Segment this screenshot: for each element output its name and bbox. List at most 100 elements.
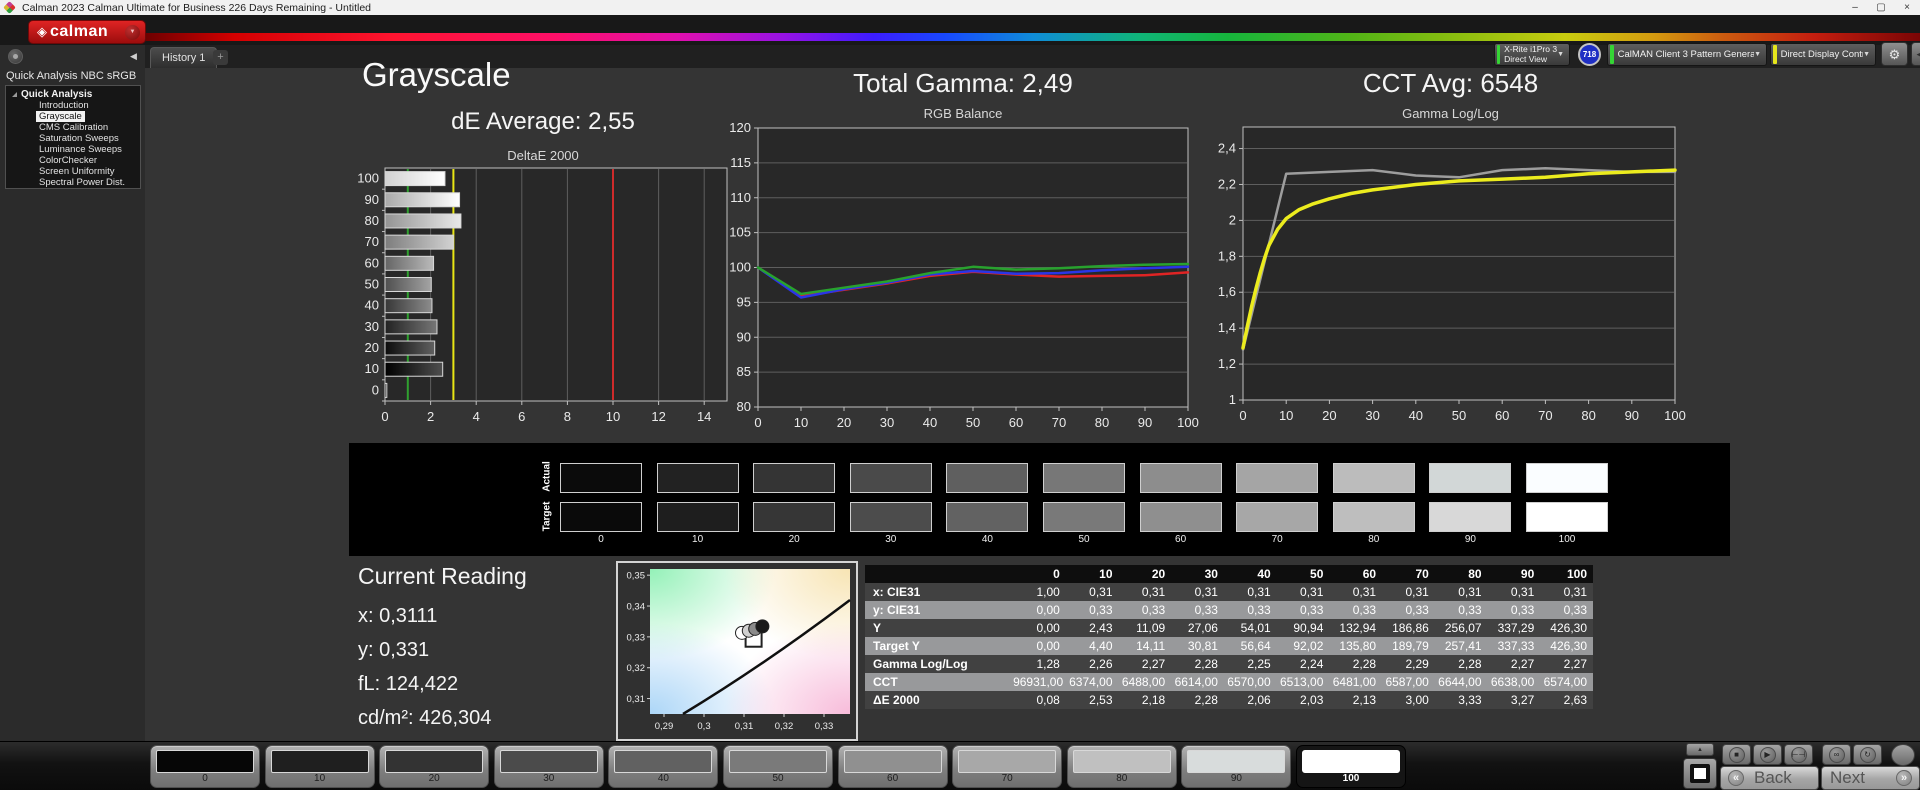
svg-text:30: 30 — [1365, 408, 1379, 423]
pattern-window-button[interactable] — [1683, 758, 1717, 789]
pattern-level-button-70[interactable]: 70 — [952, 745, 1062, 788]
reading-x: x: 0,3111 — [358, 599, 527, 633]
source-dropdown[interactable]: CalMAN Client 3 Pattern Generator ▼ — [1607, 43, 1767, 66]
table-column-90: 90 — [1488, 565, 1541, 583]
sidebar-item-colorchecker[interactable]: ColorChecker — [36, 155, 100, 166]
back-label: Back — [1754, 768, 1792, 788]
tab-history-1[interactable]: History 1 — [150, 47, 217, 68]
play-button[interactable]: ▶ — [1753, 744, 1782, 765]
maximize-button[interactable]: ▢ — [1868, 0, 1894, 15]
svg-text:10: 10 — [794, 415, 808, 430]
pattern-level-button-30[interactable]: 30 — [494, 745, 604, 788]
svg-text:1,2: 1,2 — [1218, 356, 1236, 371]
actual-swatch-60 — [1140, 463, 1222, 493]
table-cell: 0,31 — [1382, 583, 1435, 601]
sidebar-collapse-button[interactable]: ◀ — [126, 49, 141, 64]
play-icon: ▶ — [1760, 747, 1776, 763]
cct-avg-heading: CCT Avg: 6548 — [1213, 68, 1688, 99]
target-swatch-0 — [560, 502, 642, 532]
row-label: y: CIE31 — [865, 601, 1013, 619]
table-cell: 2,25 — [1224, 655, 1277, 673]
sidebar-item-introduction[interactable]: Introduction — [36, 100, 92, 111]
pattern-level-button-50[interactable]: 50 — [723, 745, 833, 788]
settings-button[interactable]: ⚙ — [1881, 42, 1908, 66]
menu-dropdown-button[interactable]: ▼ — [125, 25, 140, 40]
display-status-bar — [1773, 45, 1777, 64]
sidebar-item-spectral-power-dist-[interactable]: Spectral Power Dist. — [36, 177, 128, 188]
cie-svg: 0,310,320,330,340,350,290,30,310,320,33 — [616, 561, 858, 741]
target-swatch-80 — [1333, 502, 1415, 532]
minimize-button[interactable]: – — [1842, 0, 1868, 15]
pattern-level-button-80[interactable]: 80 — [1067, 745, 1177, 788]
target-swatch-30 — [850, 502, 932, 532]
table-cell: 0,31 — [1277, 583, 1330, 601]
loop-button[interactable]: ↻ — [1853, 744, 1882, 765]
row-label: CCT — [865, 673, 1013, 691]
table-column-20: 20 — [1119, 565, 1172, 583]
table-cell: 0,33 — [1066, 601, 1119, 619]
range-button[interactable]: ⊢⊣ — [1784, 744, 1813, 765]
sidebar-item-grayscale[interactable]: Grayscale — [36, 111, 85, 122]
pattern-level-button-0[interactable]: 0 — [150, 745, 260, 788]
pattern-level-label: 80 — [1068, 773, 1176, 784]
pattern-swatch-80 — [1073, 750, 1171, 773]
table-cell: 0,33 — [1119, 601, 1172, 619]
next-button[interactable]: Next » — [1821, 766, 1920, 790]
table-cell: 2,27 — [1488, 655, 1541, 673]
calman-diamond-icon: ◈ — [37, 24, 47, 40]
table-cell: 0,31 — [1171, 583, 1224, 601]
add-tab-button[interactable]: + — [213, 50, 228, 65]
table-cell: 2,28 — [1171, 655, 1224, 673]
continuous-button[interactable]: ∞ — [1822, 744, 1851, 765]
svg-text:0,31: 0,31 — [735, 721, 754, 732]
svg-text:100: 100 — [357, 171, 379, 186]
panel-collapse-button[interactable]: ◀ — [1911, 42, 1920, 66]
pattern-level-button-60[interactable]: 60 — [838, 745, 948, 788]
sidebar-item-luminance-sweeps[interactable]: Luminance Sweeps — [36, 144, 125, 155]
sidebar-item-screen-uniformity[interactable]: Screen Uniformity — [36, 166, 118, 177]
close-button[interactable]: × — [1894, 0, 1920, 15]
stop-button[interactable]: ■ — [1722, 744, 1751, 765]
table-cell: 54,01 — [1224, 619, 1277, 637]
reading-cdm2: cd/m²: 426,304 — [358, 701, 527, 735]
range-icon: ⊢⊣ — [1791, 747, 1807, 763]
table-cell: 1,00 — [1013, 583, 1066, 601]
table-cell: 0,08 — [1013, 691, 1066, 709]
pattern-level-button-10[interactable]: 10 — [265, 745, 375, 788]
svg-text:6: 6 — [518, 409, 525, 423]
table-cell: 2,28 — [1435, 655, 1488, 673]
table-cell: 0,31 — [1329, 583, 1382, 601]
table-cell: 0,31 — [1224, 583, 1277, 601]
status-light-button[interactable] — [1891, 744, 1915, 766]
table-cell: 337,33 — [1488, 637, 1541, 655]
table-cell: 0,33 — [1382, 601, 1435, 619]
svg-text:110: 110 — [730, 190, 751, 205]
sidebar-item-cms-calibration[interactable]: CMS Calibration — [36, 122, 111, 133]
svg-text:40: 40 — [923, 415, 937, 430]
display-control-dropdown[interactable]: Direct Display Control ▼ — [1770, 43, 1876, 66]
pattern-level-button-20[interactable]: 20 — [379, 745, 489, 788]
pattern-level-button-90[interactable]: 90 — [1181, 745, 1291, 788]
chevron-down-icon: ▼ — [1557, 51, 1564, 58]
back-button[interactable]: « Back — [1720, 766, 1819, 790]
table-cell: 0,33 — [1171, 601, 1224, 619]
svg-text:100: 100 — [1664, 408, 1686, 423]
meter-dropdown[interactable]: X-Rite i1Pro 3 Direct View ▼ — [1494, 43, 1570, 66]
table-cell: 2,29 — [1382, 655, 1435, 673]
tree-root-quick-analysis[interactable]: Quick Analysis — [12, 89, 140, 100]
deltae-bar-0 — [385, 383, 387, 397]
deltae-bar-20 — [385, 341, 435, 355]
swatch-level-label: 30 — [850, 534, 932, 545]
pattern-level-button-40[interactable]: 40 — [608, 745, 718, 788]
expand-pattern-bar-button[interactable]: ▲ — [1686, 743, 1714, 756]
calman-menu-button[interactable]: ◈ calman ▼ — [28, 20, 146, 44]
sidebar-item-saturation-sweeps[interactable]: Saturation Sweeps — [36, 133, 122, 144]
pattern-level-button-100[interactable]: 100 — [1296, 745, 1406, 788]
table-cell: 257,41 — [1435, 637, 1488, 655]
svg-text:10: 10 — [365, 361, 379, 376]
meter-badge[interactable]: 718 — [1578, 43, 1601, 66]
svg-text:60: 60 — [1495, 408, 1509, 423]
workflow-options-button[interactable] — [8, 49, 23, 64]
sidebar-header: ◀ — [0, 45, 145, 68]
current-reading-title: Current Reading — [358, 563, 527, 590]
